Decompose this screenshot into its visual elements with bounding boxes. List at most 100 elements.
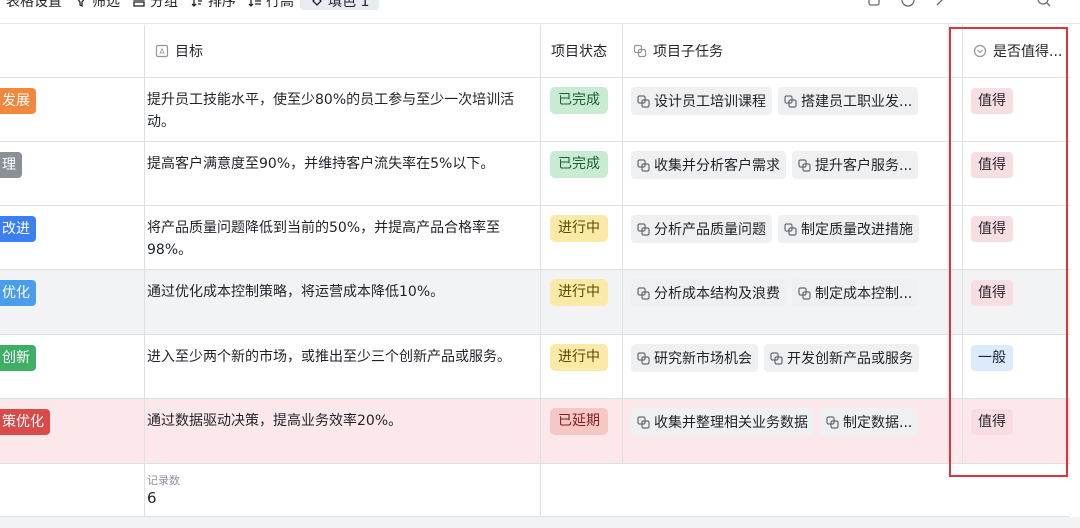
column-header-name[interactable] xyxy=(0,25,145,77)
worth-cell[interactable]: 值得 xyxy=(963,206,1070,269)
undo-icon[interactable] xyxy=(968,0,984,8)
subtask-label: 制定数据... xyxy=(843,415,913,431)
expand-icon[interactable] xyxy=(934,0,950,8)
group-button[interactable]: 分组 xyxy=(126,0,184,10)
column-header-goal[interactable]: A 目标 xyxy=(145,25,541,77)
subtask-chip[interactable]: 设计员工培训课程 xyxy=(631,87,772,115)
goal-text: 通过优化成本控制策略，将运营成本降低10%。 xyxy=(147,284,445,300)
subtask-chip[interactable]: 收集并分析客户需求 xyxy=(631,151,786,179)
subtasks-cell[interactable]: 分析产品质量问题 制定质量改进措施 xyxy=(623,206,949,269)
subtask-chip[interactable]: 提升客户服务... xyxy=(792,151,919,179)
table-settings-button[interactable]: 表格设置 xyxy=(0,0,68,10)
table-row[interactable]: 创新 进入至少两个新的市场，或推出至少三个创新产品或服务。 进行中 研究新市场机… xyxy=(0,335,1070,399)
filter-icon xyxy=(77,0,85,8)
link-field-icon xyxy=(633,44,647,58)
row-height-button[interactable]: 行高 xyxy=(242,0,300,10)
svg-text:A: A xyxy=(159,48,165,57)
subtasks-cell[interactable]: 收集并分析客户需求 提升客户服务... xyxy=(623,142,949,205)
gap-cell xyxy=(949,142,963,205)
goal-cell[interactable]: 通过数据驱动决策，提高业务效率20%。 xyxy=(145,399,541,463)
worth-cell[interactable]: 值得 xyxy=(963,399,1070,463)
linked-record-icon xyxy=(637,351,650,365)
subtasks-cell[interactable]: 研究新市场机会 开发创新产品或服务 xyxy=(623,335,949,398)
gap-cell xyxy=(949,78,963,141)
goal-cell[interactable]: 将产品质量问题降低到当前的50%，并提高产品合格率至98%。 xyxy=(145,206,541,269)
column-header-worth[interactable]: 是否值得... xyxy=(963,25,1070,77)
subtask-label: 收集并整理相关业务数据 xyxy=(654,415,808,431)
redo-icon[interactable] xyxy=(1002,0,1018,8)
goal-text: 提升员工技能水平，使至少80%的员工参与至少一次培训活动。 xyxy=(147,92,515,130)
search-icon[interactable] xyxy=(1036,0,1052,8)
column-header-subtasks[interactable]: 项目子任务 xyxy=(623,25,949,77)
subtask-list: 收集并分析客户需求 提升客户服务... xyxy=(631,151,919,179)
fill-color-button[interactable]: 填色 1 xyxy=(300,0,380,10)
subtasks-cell[interactable]: 分析成本结构及浪费 制定成本控制... xyxy=(623,270,949,334)
gap-cell xyxy=(949,270,963,334)
subtasks-cell[interactable]: 设计员工培训课程 搭建员工职业发... xyxy=(623,78,949,141)
worth-cell[interactable]: 值得 xyxy=(963,270,1070,334)
gap-cell xyxy=(949,206,963,269)
worth-badge: 值得 xyxy=(971,88,1013,114)
name-cell[interactable]: 改进 xyxy=(0,206,145,269)
worth-cell[interactable]: 值得 xyxy=(963,142,1070,205)
status-cell[interactable]: 进行中 xyxy=(541,206,623,269)
name-cell[interactable]: 发展 xyxy=(0,78,145,141)
subtask-chip[interactable]: 制定质量改进措施 xyxy=(778,215,919,243)
subtask-chip[interactable]: 搭建员工职业发... xyxy=(778,87,919,115)
subtask-label: 搭建员工职业发... xyxy=(801,94,913,110)
goal-cell[interactable]: 提升员工技能水平，使至少80%的员工参与至少一次培训活动。 xyxy=(145,78,541,141)
record-count-label: 记录数 xyxy=(147,474,180,487)
column-header-subtasks-label: 项目子任务 xyxy=(653,44,723,60)
worth-badge: 值得 xyxy=(971,409,1013,435)
status-cell[interactable]: 进行中 xyxy=(541,270,623,334)
name-cell[interactable]: 策优化 xyxy=(0,399,145,463)
name-cell[interactable]: 优化 xyxy=(0,270,145,334)
name-cell[interactable]: 理 xyxy=(0,142,145,205)
filter-button[interactable]: 筛选 xyxy=(68,0,126,10)
gap-cell xyxy=(949,399,963,463)
goal-text: 通过数据驱动决策，提高业务效率20%。 xyxy=(147,413,403,429)
table-row[interactable]: 策优化 通过数据驱动决策，提高业务效率20%。 已延期 收集并整理相关业务数据 制… xyxy=(0,399,1070,464)
linked-record-icon xyxy=(798,158,811,172)
subtasks-cell[interactable]: 收集并整理相关业务数据 制定数据... xyxy=(623,399,949,463)
table-row[interactable]: 理 提高客户满意度至90%，并维持客户流失率在5%以下。 已完成 收集并分析客户… xyxy=(0,142,1070,206)
worth-cell[interactable]: 一般 xyxy=(963,335,1070,398)
status-cell[interactable]: 已完成 xyxy=(541,142,623,205)
column-header-gap xyxy=(949,25,963,77)
sort-button[interactable]: 排序 xyxy=(184,0,242,10)
table-row[interactable]: 优化 通过优化成本控制策略，将运营成本降低10%。 进行中 分析成本结构及浪费 制… xyxy=(0,270,1070,335)
share-icon[interactable] xyxy=(866,0,882,8)
name-tag: 理 xyxy=(0,152,22,178)
worth-cell[interactable]: 值得 xyxy=(963,78,1070,141)
table-row[interactable]: 发展 提升员工技能水平，使至少80%的员工参与至少一次培训活动。 已完成 设计员… xyxy=(0,78,1070,142)
group-label: 分组 xyxy=(150,0,178,10)
name-cell[interactable]: 创新 xyxy=(0,335,145,398)
status-cell[interactable]: 已延期 xyxy=(541,399,623,463)
status-cell[interactable]: 已完成 xyxy=(541,78,623,141)
subtask-chip[interactable]: 制定数据... xyxy=(820,408,919,436)
subtask-chip[interactable]: 分析产品质量问题 xyxy=(631,215,772,243)
subtask-chip[interactable]: 分析成本结构及浪费 xyxy=(631,279,786,307)
name-tag: 优化 xyxy=(0,280,36,306)
subtask-chip[interactable]: 制定成本控制... xyxy=(792,279,919,307)
worth-badge: 值得 xyxy=(971,152,1013,178)
status-badge: 进行中 xyxy=(550,215,608,242)
goal-cell[interactable]: 提高客户满意度至90%，并维持客户流失率在5%以下。 xyxy=(145,142,541,205)
subtask-chip[interactable]: 收集并整理相关业务数据 xyxy=(631,408,814,436)
linked-record-icon xyxy=(784,222,797,236)
subtask-chip[interactable]: 开发创新产品或服务 xyxy=(764,344,919,372)
footer-cell-record-count[interactable]: 记录数 6 xyxy=(145,464,541,517)
linked-record-icon xyxy=(784,94,797,108)
filter-label: 筛选 xyxy=(92,0,120,10)
goal-cell[interactable]: 进入至少两个新的市场，或推出至少三个创新产品或服务。 xyxy=(145,335,541,398)
status-cell[interactable]: 进行中 xyxy=(541,335,623,398)
table-row[interactable]: 改进 将产品质量问题降低到当前的50%，并提高产品合格率至98%。 进行中 分析… xyxy=(0,206,1070,270)
horizontal-scroll-area[interactable] xyxy=(0,517,1080,528)
select-field-icon xyxy=(973,44,987,58)
status-badge: 已完成 xyxy=(550,151,608,178)
goal-cell[interactable]: 通过优化成本控制策略，将运营成本降低10%。 xyxy=(145,270,541,334)
subtask-chip[interactable]: 研究新市场机会 xyxy=(631,344,758,372)
subtask-label: 提升客户服务... xyxy=(815,158,913,174)
history-icon[interactable] xyxy=(900,0,916,8)
column-header-status[interactable]: 项目状态 xyxy=(541,25,623,77)
